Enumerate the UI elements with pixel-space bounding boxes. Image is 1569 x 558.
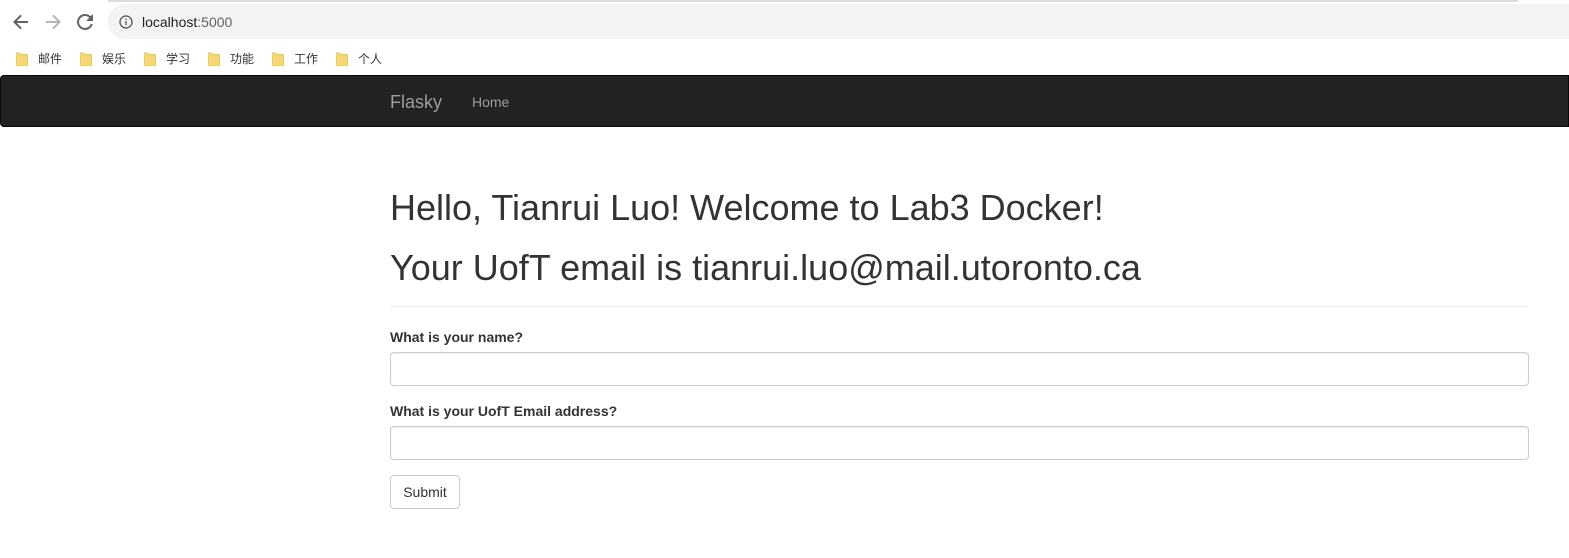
folder-icon <box>336 52 348 66</box>
greeting-heading: Hello, Tianrui Luo! Welcome to Lab3 Dock… <box>390 187 1104 228</box>
forward-button[interactable] <box>41 10 65 34</box>
reload-icon <box>77 13 93 30</box>
bookmark-folder[interactable]: 学习 <box>144 50 190 66</box>
site-navbar: Flasky Home <box>0 75 1569 127</box>
bookmark-folder[interactable]: 个人 <box>336 50 382 66</box>
name-label: What is your name? <box>390 329 524 345</box>
url-host: localhost <box>142 13 198 30</box>
email-heading: Your UofT email is tianrui.luo@mail.utor… <box>390 247 1141 288</box>
tab-strip-edge <box>108 0 1518 2</box>
navbar-brand[interactable]: Flasky <box>390 92 442 113</box>
bookmark-folder[interactable]: 邮件 <box>16 50 62 66</box>
bookmark-label: 工作 <box>294 51 319 66</box>
reload-button[interactable] <box>73 10 97 34</box>
submit-button[interactable]: Submit <box>390 475 460 509</box>
info-icon[interactable] <box>118 14 134 30</box>
bookmark-label: 学习 <box>166 51 191 66</box>
nav-link-home[interactable]: Home <box>472 94 509 110</box>
header-divider <box>390 306 1528 307</box>
email-input[interactable] <box>390 426 1529 460</box>
bookmark-label: 娱乐 <box>102 51 127 66</box>
bookmarks-bar: 邮件 娱乐 学习 功能 工作 个人 <box>0 42 1569 74</box>
browser-toolbar: localhost:5000 <box>0 0 1569 42</box>
folder-icon <box>208 52 220 66</box>
back-arrow-icon <box>13 14 28 30</box>
bookmark-label: 功能 <box>230 51 255 66</box>
folder-icon <box>272 52 284 66</box>
back-button[interactable] <box>9 10 33 34</box>
bookmark-label: 个人 <box>358 51 383 66</box>
forward-arrow-icon <box>46 14 61 30</box>
url-port: :5000 <box>197 13 233 30</box>
bookmark-folder[interactable]: 工作 <box>272 50 318 66</box>
email-label: What is your UofT Email address? <box>390 403 618 419</box>
bookmark-folder[interactable]: 娱乐 <box>80 50 126 66</box>
bookmark-label: 邮件 <box>38 51 63 66</box>
address-bar[interactable]: localhost:5000 <box>108 4 1569 39</box>
bookmark-folder[interactable]: 功能 <box>208 50 254 66</box>
url-text: localhost:5000 <box>142 14 232 30</box>
name-input[interactable] <box>390 352 1529 386</box>
folder-icon <box>16 52 28 66</box>
folder-icon <box>144 52 156 66</box>
folder-icon <box>80 52 92 66</box>
